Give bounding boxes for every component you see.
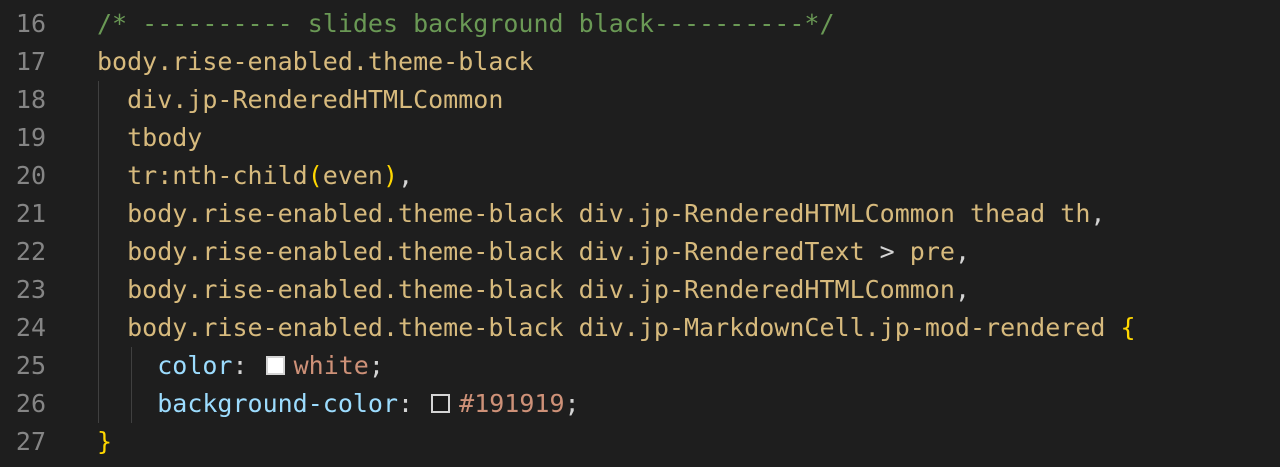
code-token: even: [322, 161, 383, 190]
code-token: tbody: [97, 123, 203, 152]
code-line[interactable]: 20 tr:nth-child(even),: [0, 157, 1280, 195]
code-token: background-color: [157, 389, 399, 418]
code-token: :: [232, 351, 263, 380]
line-code: body.rise-enabled.theme-black div.jp-Ren…: [97, 271, 970, 309]
code-line[interactable]: 27}: [0, 423, 1280, 461]
code-line[interactable]: 18 div.jp-RenderedHTMLCommon: [0, 81, 1280, 119]
line-code: body.rise-enabled.theme-black div.jp-Ren…: [97, 195, 1105, 233]
code-token: tr:nth-child: [97, 161, 308, 190]
code-editor[interactable]: 16 /* ---------- slides background black-…: [0, 0, 1280, 467]
line-code: body.rise-enabled.theme-black div.jp-Ren…: [97, 233, 970, 271]
line-number: 27: [15, 427, 46, 456]
line-number: 17: [15, 47, 46, 76]
code-line[interactable]: 23 body.rise-enabled.theme-black div.jp-…: [0, 271, 1280, 309]
line-number: 25: [15, 351, 46, 380]
code-token: body.rise-enabled.theme-black div.jp-Ren…: [97, 199, 1091, 228]
code-line[interactable]: 26 background-color: #191919;: [0, 385, 1280, 423]
line-number: 21: [15, 199, 46, 228]
line-code: color: white;: [97, 347, 384, 385]
line-code: body.rise-enabled.theme-black div.jp-Mar…: [97, 309, 1136, 347]
code-token: body.rise-enabled.theme-black: [97, 47, 534, 76]
line-number: 24: [15, 313, 46, 342]
line-code: tbody: [97, 119, 202, 157]
code-token: /* ---------- slides background black---…: [97, 9, 835, 38]
code-token: {: [1120, 313, 1136, 342]
code-token: ,: [954, 237, 971, 266]
line-code: tr:nth-child(even),: [97, 157, 413, 195]
line-code: /* ---------- slides background black---…: [97, 5, 835, 43]
color-swatch-icon[interactable]: [265, 356, 285, 375]
line-number: 23: [15, 275, 46, 304]
code-token: :: [398, 389, 429, 418]
code-line[interactable]: 22 body.rise-enabled.theme-black div.jp-…: [0, 233, 1280, 271]
code-token: >: [879, 237, 895, 266]
code-line[interactable]: 17 body.rise-enabled.theme-black: [0, 43, 1280, 81]
line-code: body.rise-enabled.theme-black: [97, 43, 534, 81]
code-token: body.rise-enabled.theme-black div.jp-Ren…: [97, 275, 955, 304]
line-number: 22: [15, 237, 46, 266]
code-token: ,: [954, 275, 970, 304]
code-token: white: [293, 351, 369, 380]
code-token: body.rise-enabled.theme-black div.jp-Ren…: [97, 237, 880, 266]
code-token: ,: [1090, 199, 1106, 228]
line-code: div.jp-RenderedHTMLCommon: [97, 81, 503, 119]
code-token: color: [157, 351, 233, 380]
line-code: }: [97, 423, 112, 461]
color-swatch-icon[interactable]: [431, 394, 451, 413]
line-number: 20: [15, 161, 46, 190]
code-line[interactable]: 16 /* ---------- slides background black-…: [0, 5, 1280, 43]
code-token: ): [383, 161, 399, 190]
line-number: 26: [15, 389, 46, 418]
code-token: }: [97, 427, 113, 456]
code-line[interactable]: 19 tbody: [0, 119, 1280, 157]
code-token: ;: [368, 351, 384, 380]
code-token: #191919: [459, 389, 565, 418]
code-line[interactable]: 21 body.rise-enabled.theme-black div.jp-…: [0, 195, 1280, 233]
code-token: ;: [564, 389, 580, 418]
code-token: pre: [894, 237, 955, 266]
line-code: background-color: #191919;: [97, 385, 580, 423]
line-number: 18: [15, 85, 46, 114]
code-token: ,: [398, 161, 414, 190]
code-token: body.rise-enabled.theme-black div.jp-Mar…: [97, 313, 1121, 342]
line-number: 16: [15, 9, 46, 38]
code-line[interactable]: 24 body.rise-enabled.theme-black div.jp-…: [0, 309, 1280, 347]
code-token: (: [307, 161, 323, 190]
code-line[interactable]: 25 color: white;: [0, 347, 1280, 385]
line-number: 19: [15, 123, 46, 152]
code-token: div.jp-RenderedHTMLCommon: [97, 85, 504, 114]
